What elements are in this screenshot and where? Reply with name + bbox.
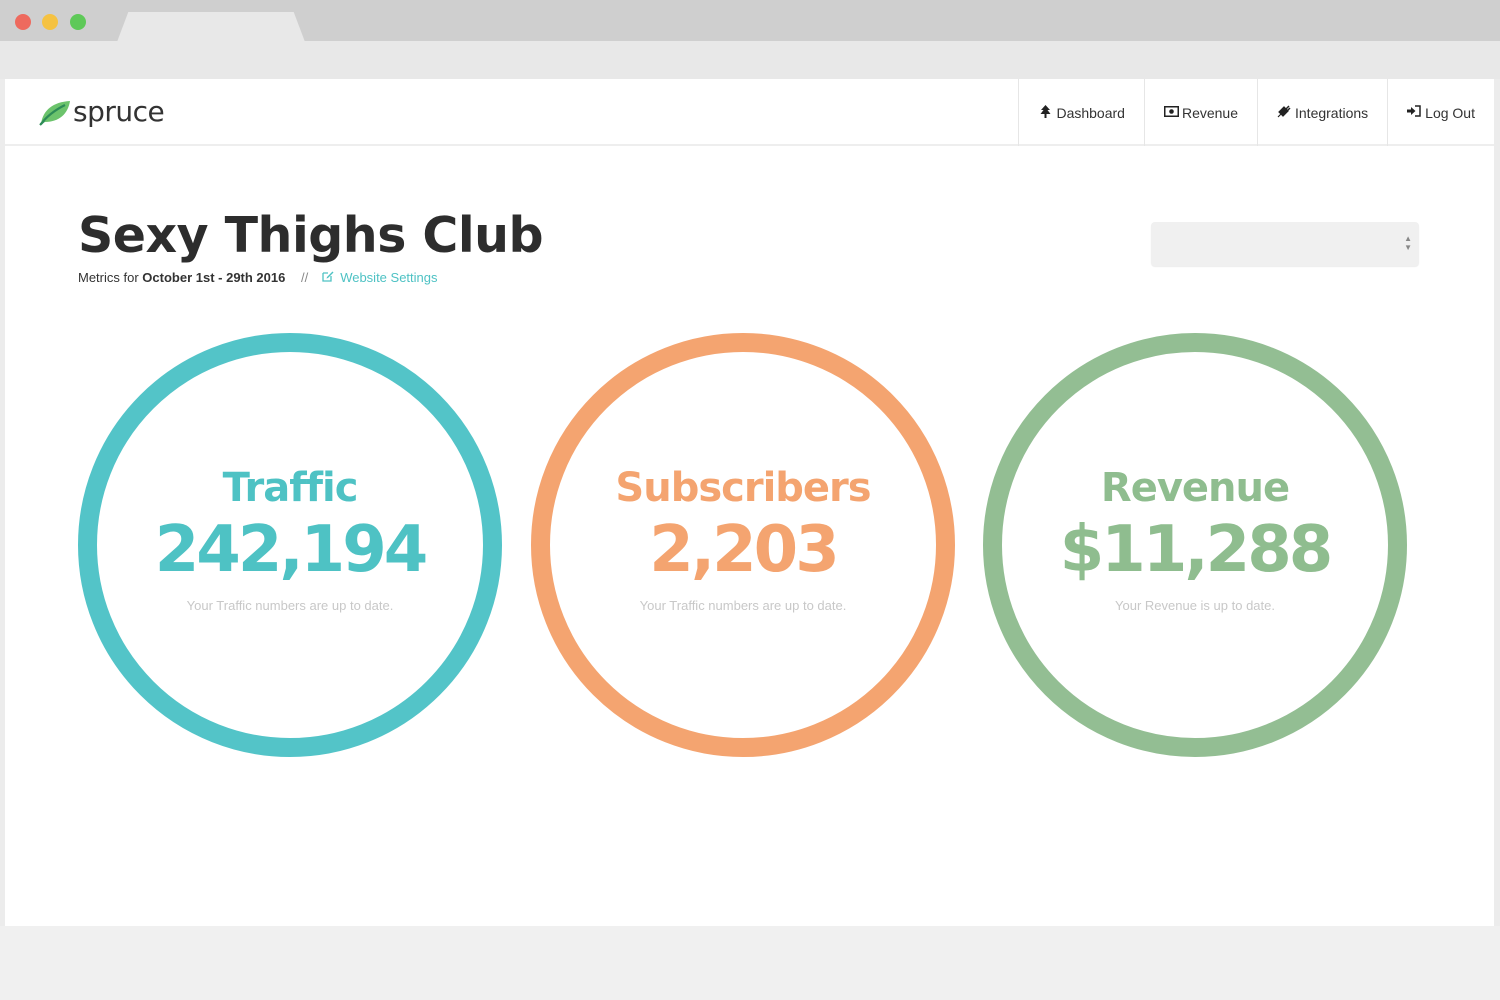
main-nav: Dashboard Revenue Integrations Log Out [1018,79,1494,146]
nav-item-dashboard[interactable]: Dashboard [1018,79,1144,146]
brand-name: spruce [73,95,165,128]
plug-icon [1277,104,1291,121]
page-viewport: spruce Dashboard Revenue Integrations Lo… [5,79,1494,926]
nav-item-revenue[interactable]: Revenue [1143,79,1257,146]
nav-label-dashboard: Dashboard [1056,104,1125,121]
date-range: October 1st - 29th 2016 [142,270,286,285]
nav-item-integrations[interactable]: Integrations [1257,79,1387,146]
subscribers-metric-circle: Subscribers 2,203 Your Traffic numbers a… [531,333,955,757]
website-select[interactable]: ▲ ▼ [1151,222,1419,266]
browser-titlebar [0,0,1500,42]
nav-label-logout: Log Out [1425,104,1475,121]
traffic-value: 242,194 [154,513,429,587]
page-title: Sexy Thighs Club [78,207,544,264]
page-subtitle: Metrics for October 1st - 29th 2016 // W… [78,270,438,285]
nav-label-integrations: Integrations [1295,104,1369,121]
money-icon [1163,105,1179,120]
close-window-button[interactable] [15,14,31,30]
subscribers-value: 2,203 [649,513,839,587]
traffic-metric-circle: Traffic 242,194 Your Traffic numbers are… [78,333,502,757]
subscribers-label: Subscribers [615,465,871,511]
revenue-value: $11,288 [1059,513,1334,587]
subscribers-note: Your Traffic numbers are up to date. [639,598,847,613]
browser-tab[interactable] [117,12,305,42]
window-bottom [0,926,1500,1000]
nav-item-logout[interactable]: Log Out [1387,79,1494,146]
select-arrows-icon: ▲ ▼ [1404,234,1412,252]
traffic-note: Your Traffic numbers are up to date. [186,598,394,613]
sign-in-icon [1407,105,1421,120]
separator: // [300,270,309,285]
revenue-metric-circle: Revenue $11,288 Your Revenue is up to da… [983,333,1407,757]
nav-label-revenue: Revenue [1181,104,1238,121]
minimize-window-button[interactable] [42,14,58,30]
website-settings-link[interactable]: Website Settings [322,270,438,285]
top-navbar: spruce Dashboard Revenue Integrations Lo… [5,79,1494,146]
traffic-label: Traffic [222,465,359,511]
revenue-label: Revenue [1100,465,1290,511]
revenue-note: Your Revenue is up to date. [1115,598,1275,613]
tree-icon [1038,104,1052,121]
edit-icon [322,271,337,285]
website-settings-label: Website Settings [340,270,438,285]
leaf-icon [39,100,70,126]
brand-logo[interactable]: spruce [37,95,165,128]
browser-toolbar [0,41,1500,79]
maximize-window-button[interactable] [70,14,86,30]
metrics-prefix: Metrics for [78,270,139,285]
